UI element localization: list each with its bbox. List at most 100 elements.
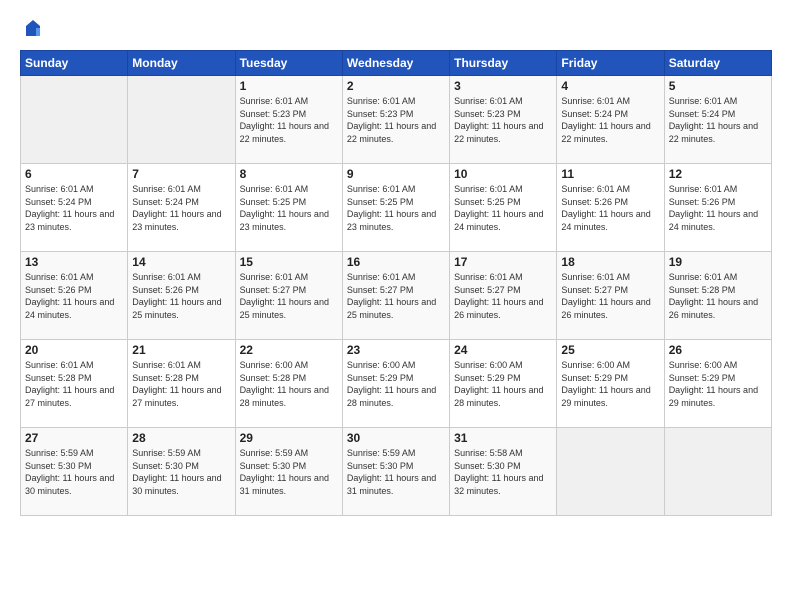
day-info: Sunrise: 5:59 AMSunset: 5:30 PMDaylight:… (25, 447, 123, 497)
col-header-tuesday: Tuesday (235, 51, 342, 76)
calendar-cell: 12 Sunrise: 6:01 AMSunset: 5:26 PMDayligh… (664, 164, 771, 252)
day-number: 4 (561, 79, 659, 93)
calendar-cell: 23Sunrise: 6:00 AMSunset: 5:29 PMDayligh… (342, 340, 449, 428)
calendar-cell: 22 Sunrise: 6:00 AMSunset: 5:28 PMDayligh… (235, 340, 342, 428)
day-number: 17 (454, 255, 552, 269)
day-info: Sunrise: 6:00 AMSunset: 5:29 PMDaylight:… (561, 359, 659, 409)
day-info: Sunrise: 6:01 AMSunset: 5:25 PMDaylight:… (454, 183, 552, 233)
calendar-cell: 28 Sunrise: 5:59 AMSunset: 5:30 PMDayligh… (128, 428, 235, 516)
day-number: 22 (240, 343, 338, 357)
col-header-sunday: Sunday (21, 51, 128, 76)
day-info: Sunrise: 6:01 AMSunset: 5:24 PMDaylight:… (561, 95, 659, 145)
calendar-cell: 18 Sunrise: 6:01 AMSunset: 5:27 PMDayligh… (557, 252, 664, 340)
calendar-cell: 8Sunrise: 6:01 AMSunset: 5:25 PMDaylight… (235, 164, 342, 252)
day-info: Sunrise: 6:01 AMSunset: 5:26 PMDaylight:… (669, 183, 767, 233)
day-info: Sunrise: 5:59 AMSunset: 5:30 PMDaylight:… (347, 447, 445, 497)
day-info: Sunrise: 6:01 AMSunset: 5:28 PMDaylight:… (132, 359, 230, 409)
day-number: 10 (454, 167, 552, 181)
calendar-cell: 31Sunrise: 5:58 AMSunset: 5:30 PMDayligh… (450, 428, 557, 516)
day-number: 14 (132, 255, 230, 269)
calendar-cell: 21 Sunrise: 6:01 AMSunset: 5:28 PMDayligh… (128, 340, 235, 428)
calendar-week-row: 13 Sunrise: 6:01 AMSunset: 5:26 PMDayligh… (21, 252, 772, 340)
calendar-cell: 16Sunrise: 6:01 AMSunset: 5:27 PMDayligh… (342, 252, 449, 340)
calendar-cell: 5 Sunrise: 6:01 AMSunset: 5:24 PMDaylight… (664, 76, 771, 164)
day-info: Sunrise: 6:01 AMSunset: 5:27 PMDaylight:… (561, 271, 659, 321)
day-info: Sunrise: 6:01 AMSunset: 5:24 PMDaylight:… (669, 95, 767, 145)
calendar-cell (21, 76, 128, 164)
day-info: Sunrise: 6:01 AMSunset: 5:28 PMDaylight:… (669, 271, 767, 321)
day-number: 13 (25, 255, 123, 269)
calendar-cell: 20Sunrise: 6:01 AMSunset: 5:28 PMDayligh… (21, 340, 128, 428)
day-number: 28 (132, 431, 230, 445)
calendar-cell: 29Sunrise: 5:59 AMSunset: 5:30 PMDayligh… (235, 428, 342, 516)
logo-icon (22, 18, 44, 40)
day-number: 7 (132, 167, 230, 181)
day-number: 16 (347, 255, 445, 269)
calendar-table: SundayMondayTuesdayWednesdayThursdayFrid… (20, 50, 772, 516)
col-header-thursday: Thursday (450, 51, 557, 76)
calendar-cell (128, 76, 235, 164)
day-number: 18 (561, 255, 659, 269)
calendar-cell: 1 Sunrise: 6:01 AMSunset: 5:23 PMDaylight… (235, 76, 342, 164)
calendar-cell: 17 Sunrise: 6:01 AMSunset: 5:27 PMDayligh… (450, 252, 557, 340)
day-number: 15 (240, 255, 338, 269)
day-number: 21 (132, 343, 230, 357)
day-number: 19 (669, 255, 767, 269)
calendar-week-row: 1 Sunrise: 6:01 AMSunset: 5:23 PMDaylight… (21, 76, 772, 164)
day-number: 30 (347, 431, 445, 445)
calendar-cell: 2Sunrise: 6:01 AMSunset: 5:23 PMDaylight… (342, 76, 449, 164)
calendar-cell: 24 Sunrise: 6:00 AMSunset: 5:29 PMDayligh… (450, 340, 557, 428)
col-header-saturday: Saturday (664, 51, 771, 76)
calendar-cell: 14 Sunrise: 6:01 AMSunset: 5:26 PMDayligh… (128, 252, 235, 340)
calendar-cell: 9 Sunrise: 6:01 AMSunset: 5:25 PMDaylight… (342, 164, 449, 252)
calendar-header-row: SundayMondayTuesdayWednesdayThursdayFrid… (21, 51, 772, 76)
calendar-cell: 13 Sunrise: 6:01 AMSunset: 5:26 PMDayligh… (21, 252, 128, 340)
day-info: Sunrise: 6:01 AMSunset: 5:25 PMDaylight:… (240, 183, 338, 233)
day-info: Sunrise: 5:58 AMSunset: 5:30 PMDaylight:… (454, 447, 552, 497)
day-info: Sunrise: 6:00 AMSunset: 5:29 PMDaylight:… (347, 359, 445, 409)
calendar-cell (664, 428, 771, 516)
day-info: Sunrise: 6:01 AMSunset: 5:26 PMDaylight:… (561, 183, 659, 233)
day-number: 26 (669, 343, 767, 357)
day-info: Sunrise: 6:01 AMSunset: 5:27 PMDaylight:… (454, 271, 552, 321)
calendar-cell: 10 Sunrise: 6:01 AMSunset: 5:25 PMDayligh… (450, 164, 557, 252)
day-info: Sunrise: 5:59 AMSunset: 5:30 PMDaylight:… (132, 447, 230, 497)
calendar-cell: 6Sunrise: 6:01 AMSunset: 5:24 PMDaylight… (21, 164, 128, 252)
calendar-week-row: 20 Sunrise: 6:01 AMSunset: 5:28 PMDayligh… (21, 340, 772, 428)
calendar-cell: 30 Sunrise: 5:59 AMSunset: 5:30 PMDayligh… (342, 428, 449, 516)
calendar-week-row: 27 Sunrise: 5:59 AMSunset: 5:30 PMDayligh… (21, 428, 772, 516)
day-number: 20 (25, 343, 123, 357)
day-info: Sunrise: 6:01 AMSunset: 5:23 PMDaylight:… (240, 95, 338, 145)
calendar-cell (557, 428, 664, 516)
day-info: Sunrise: 6:00 AMSunset: 5:29 PMDaylight:… (669, 359, 767, 409)
col-header-wednesday: Wednesday (342, 51, 449, 76)
day-info: Sunrise: 6:01 AMSunset: 5:25 PMDaylight:… (347, 183, 445, 233)
calendar-cell: 15Sunrise: 6:01 AMSunset: 5:27 PMDayligh… (235, 252, 342, 340)
calendar-cell: 25Sunrise: 6:00 AMSunset: 5:29 PMDayligh… (557, 340, 664, 428)
calendar-week-row: 6Sunrise: 6:01 AMSunset: 5:24 PMDaylight… (21, 164, 772, 252)
day-number: 2 (347, 79, 445, 93)
day-number: 27 (25, 431, 123, 445)
day-info: Sunrise: 6:01 AMSunset: 5:24 PMDaylight:… (132, 183, 230, 233)
calendar-cell: 7 Sunrise: 6:01 AMSunset: 5:24 PMDaylight… (128, 164, 235, 252)
day-number: 5 (669, 79, 767, 93)
calendar-cell: 4 Sunrise: 6:01 AMSunset: 5:24 PMDaylight… (557, 76, 664, 164)
calendar-cell: 26 Sunrise: 6:00 AMSunset: 5:29 PMDayligh… (664, 340, 771, 428)
day-number: 12 (669, 167, 767, 181)
calendar-cell: 19 Sunrise: 6:01 AMSunset: 5:28 PMDayligh… (664, 252, 771, 340)
day-number: 29 (240, 431, 338, 445)
day-info: Sunrise: 6:01 AMSunset: 5:26 PMDaylight:… (132, 271, 230, 321)
col-header-friday: Friday (557, 51, 664, 76)
day-info: Sunrise: 6:00 AMSunset: 5:28 PMDaylight:… (240, 359, 338, 409)
day-number: 9 (347, 167, 445, 181)
day-number: 1 (240, 79, 338, 93)
col-header-monday: Monday (128, 51, 235, 76)
day-info: Sunrise: 6:01 AMSunset: 5:24 PMDaylight:… (25, 183, 123, 233)
calendar-cell: 27 Sunrise: 5:59 AMSunset: 5:30 PMDayligh… (21, 428, 128, 516)
day-info: Sunrise: 6:00 AMSunset: 5:29 PMDaylight:… (454, 359, 552, 409)
day-info: Sunrise: 6:01 AMSunset: 5:23 PMDaylight:… (454, 95, 552, 145)
day-info: Sunrise: 6:01 AMSunset: 5:26 PMDaylight:… (25, 271, 123, 321)
day-number: 24 (454, 343, 552, 357)
page-header (20, 18, 772, 40)
day-number: 3 (454, 79, 552, 93)
